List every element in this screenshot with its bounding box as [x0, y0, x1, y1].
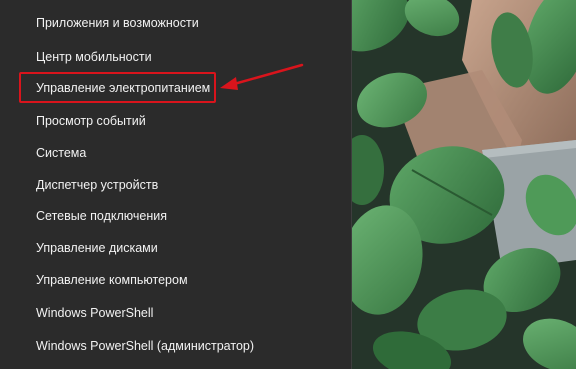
annotation-highlight-box [19, 72, 216, 103]
menu-item-network-connections[interactable]: Сетевые подключения [36, 205, 167, 227]
menu-item-system[interactable]: Система [36, 142, 86, 164]
menu-item-event-viewer[interactable]: Просмотр событий [36, 110, 146, 132]
winx-context-menu: Приложения и возможности Центр мобильнос… [0, 0, 352, 369]
menu-item-disk-management[interactable]: Управление дисками [36, 237, 158, 259]
menu-item-mobility-center[interactable]: Центр мобильности [36, 46, 152, 68]
menu-item-powershell[interactable]: Windows PowerShell [36, 302, 153, 324]
menu-item-device-manager[interactable]: Диспетчер устройств [36, 174, 158, 196]
menu-item-computer-management[interactable]: Управление компьютером [36, 269, 188, 291]
leaves-wallpaper-image [352, 0, 576, 369]
screen: Приложения и возможности Центр мобильнос… [0, 0, 576, 369]
desktop-wallpaper [352, 0, 576, 369]
menu-item-apps-features[interactable]: Приложения и возможности [36, 12, 199, 34]
menu-item-powershell-admin[interactable]: Windows PowerShell (администратор) [36, 335, 254, 357]
